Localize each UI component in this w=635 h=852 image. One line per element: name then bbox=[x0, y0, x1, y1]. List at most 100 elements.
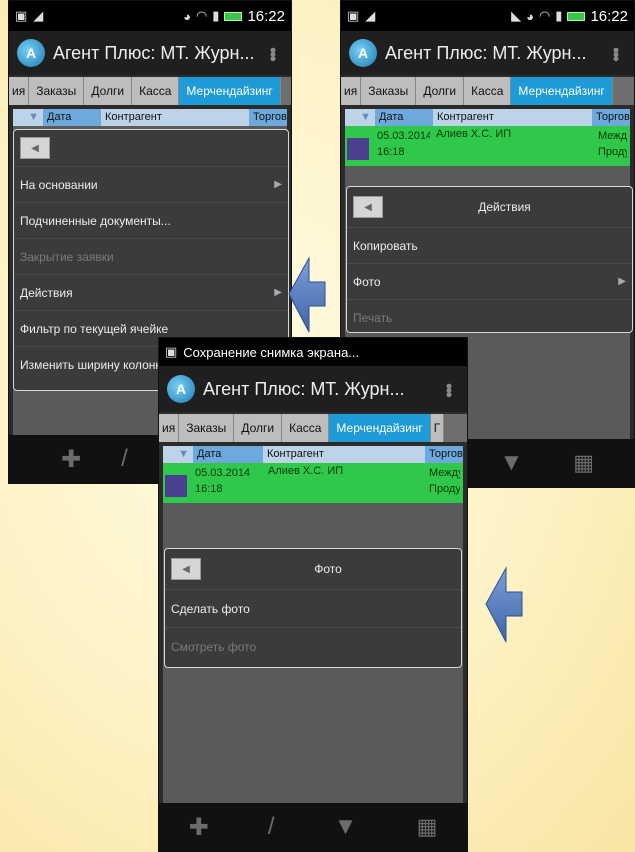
table-row[interactable]: 05.03.2014 16:18 Алиев Х.С. ИП Между Проду bbox=[163, 463, 463, 503]
col-trade[interactable]: Торгов bbox=[249, 109, 287, 126]
row-time: 16:18 bbox=[195, 483, 223, 495]
sort-arrow-icon: ▼ bbox=[345, 109, 375, 126]
signal-icon: ▮ bbox=[555, 8, 563, 23]
screenshot-icon: ▣ bbox=[165, 344, 178, 359]
col-trade[interactable]: Торгов bbox=[592, 109, 630, 126]
menu-item-copy[interactable]: Копировать bbox=[347, 227, 632, 263]
submenu-arrow-icon: ▶ bbox=[618, 276, 626, 287]
filter-icon[interactable]: ▼ bbox=[499, 449, 523, 477]
menu-item-view-photo: Смотреть фото bbox=[165, 627, 461, 665]
menu-item-label: Смотреть фото bbox=[171, 639, 257, 654]
col-date[interactable]: Дата bbox=[43, 109, 101, 126]
tab-partial-left[interactable]: ия bbox=[9, 77, 30, 105]
back-icon[interactable]: ◀ bbox=[353, 196, 383, 218]
menu-item-subordinate-docs[interactable]: Подчиненные документы... bbox=[14, 202, 288, 238]
col-date[interactable]: Дата bbox=[375, 109, 433, 126]
app-logo-icon: A bbox=[167, 375, 195, 403]
grid-view-icon[interactable]: ▦ bbox=[573, 450, 594, 476]
tab-merchandising[interactable]: Мерчендайзинг bbox=[329, 414, 431, 442]
table-row[interactable]: 05.03.2014 16:18 Алиев Х.С. ИП Между Проду bbox=[345, 126, 630, 166]
col-counterparty[interactable]: Контрагент bbox=[433, 109, 592, 126]
menu-item-close-request: Закрытие заявки bbox=[14, 238, 288, 274]
tab-bar: ия Заказы Долги Касса Мерчендайзинг bbox=[9, 77, 291, 105]
tab-cash[interactable]: Касса bbox=[132, 77, 180, 105]
battery-icon bbox=[567, 11, 586, 21]
edit-icon[interactable]: / bbox=[121, 445, 128, 473]
dialog-title: Действия bbox=[478, 200, 531, 214]
add-icon[interactable]: ✚ bbox=[189, 813, 209, 842]
edit-icon[interactable]: / bbox=[268, 813, 275, 841]
row-trade-2: Проду bbox=[598, 146, 627, 158]
status-bar: ▣ ◢ ◕ ◠ ▮ 16:22 bbox=[9, 1, 291, 31]
grid-header: ▼ Дата Контрагент Торгов bbox=[163, 446, 463, 463]
menu-item-print: Печать bbox=[347, 299, 632, 335]
phone-screen-3: ▣ Сохранение снимка экрана... A Агент Пл… bbox=[158, 337, 468, 852]
col-trade[interactable]: Торгов bbox=[425, 446, 463, 463]
context-menu-header: ◀ bbox=[14, 130, 288, 166]
filter-icon[interactable]: ▼ bbox=[334, 813, 358, 841]
row-date-cell: 05.03.2014 16:18 bbox=[189, 463, 265, 503]
wifi-icon: ◠ bbox=[195, 8, 208, 23]
tab-cash[interactable]: Касса bbox=[282, 414, 330, 442]
col-counterparty[interactable]: Контрагент bbox=[263, 446, 425, 463]
col-date[interactable]: Дата bbox=[193, 446, 263, 463]
brush-icon: ◢ bbox=[365, 8, 376, 23]
menu-item-actions[interactable]: Действия ▶ bbox=[14, 274, 288, 310]
call-icon: ◣ bbox=[511, 8, 522, 23]
back-icon[interactable]: ◀ bbox=[171, 558, 201, 580]
row-trade-cell: Между Проду bbox=[423, 463, 463, 503]
menu-item-label: Подчиненные документы... bbox=[20, 213, 171, 228]
row-date-cell: 05.03.2014 16:18 bbox=[371, 126, 433, 166]
document-icon bbox=[347, 138, 369, 160]
grid-view-icon[interactable]: ▦ bbox=[417, 814, 438, 840]
row-trade-cell: Между Проду bbox=[592, 126, 630, 166]
row-trade-1: Между bbox=[429, 467, 460, 479]
menu-item-label: Изменить ширину колонки bbox=[20, 357, 168, 372]
overflow-menu-icon[interactable]: ••• bbox=[605, 47, 626, 60]
action-bar: A Агент Плюс: МТ. Журн... ••• bbox=[159, 366, 467, 412]
actions-dialog: ◀ Действия Копировать Фото ▶ Печать bbox=[346, 186, 633, 333]
tab-partial-right[interactable]: Г bbox=[430, 414, 445, 442]
notification-bar: ▣ Сохранение снимка экрана... bbox=[159, 338, 467, 366]
app-title: Агент Плюс: МТ. Журн... bbox=[203, 378, 405, 399]
row-time: 16:18 bbox=[377, 146, 405, 158]
action-bar: A Агент Плюс: МТ. Журн... ••• bbox=[9, 31, 291, 75]
screenshot-notification: Сохранение снимка экрана... bbox=[183, 344, 360, 360]
col-counterparty[interactable]: Контрагент bbox=[101, 109, 249, 126]
sort-arrow-icon: ▼ bbox=[13, 109, 43, 126]
menu-item-take-photo[interactable]: Сделать фото bbox=[165, 589, 461, 627]
app-logo-icon: A bbox=[17, 39, 45, 67]
tab-orders[interactable]: Заказы bbox=[179, 414, 235, 442]
tab-debts[interactable]: Долги bbox=[234, 414, 283, 442]
menu-item-label: Фильтр по текущей ячейке bbox=[20, 321, 169, 336]
tab-orders[interactable]: Заказы bbox=[29, 77, 85, 105]
row-counterparty: Алиев Х.С. ИП bbox=[268, 465, 344, 477]
dialog-header: ◀ Действия bbox=[347, 187, 632, 227]
tab-orders[interactable]: Заказы bbox=[361, 77, 417, 105]
wifi-icon: ◠ bbox=[538, 8, 551, 23]
back-icon[interactable]: ◀ bbox=[20, 137, 50, 159]
overflow-menu-icon[interactable]: ••• bbox=[262, 47, 283, 60]
tab-merchandising[interactable]: Мерчендайзинг bbox=[511, 77, 613, 105]
status-bar: ▣ ◢ ◣ ◕ ◠ ▮ 16:22 bbox=[341, 1, 634, 31]
row-trade-1: Между bbox=[598, 130, 627, 142]
sync-icon: ◕ bbox=[526, 8, 534, 24]
tab-merchandising[interactable]: Мерчендайзинг bbox=[179, 77, 281, 105]
overflow-menu-icon[interactable]: ••• bbox=[438, 383, 459, 396]
tab-partial-left[interactable]: ия bbox=[159, 414, 180, 442]
menu-item-label: Действия bbox=[20, 285, 73, 300]
app-title: Агент Плюс: МТ. Журн... bbox=[53, 42, 255, 63]
tab-partial-left[interactable]: ия bbox=[341, 77, 362, 105]
submenu-arrow-icon: ▶ bbox=[274, 287, 282, 298]
tab-bar: ия Заказы Долги Касса Мерчендайзинг bbox=[341, 77, 634, 105]
app-title: Агент Плюс: МТ. Журн... bbox=[385, 42, 587, 63]
tab-debts[interactable]: Долги bbox=[416, 77, 465, 105]
tab-debts[interactable]: Долги bbox=[84, 77, 133, 105]
app-logo-icon: A bbox=[349, 39, 377, 67]
menu-item-photo[interactable]: Фото ▶ bbox=[347, 263, 632, 299]
menu-item-based-on[interactable]: На основании ▶ bbox=[14, 166, 288, 202]
image-icon: ▣ bbox=[15, 8, 28, 23]
add-icon[interactable]: ✚ bbox=[61, 445, 81, 474]
grid-header: ▼ Дата Контрагент Торгов bbox=[345, 109, 630, 126]
tab-cash[interactable]: Касса bbox=[464, 77, 512, 105]
